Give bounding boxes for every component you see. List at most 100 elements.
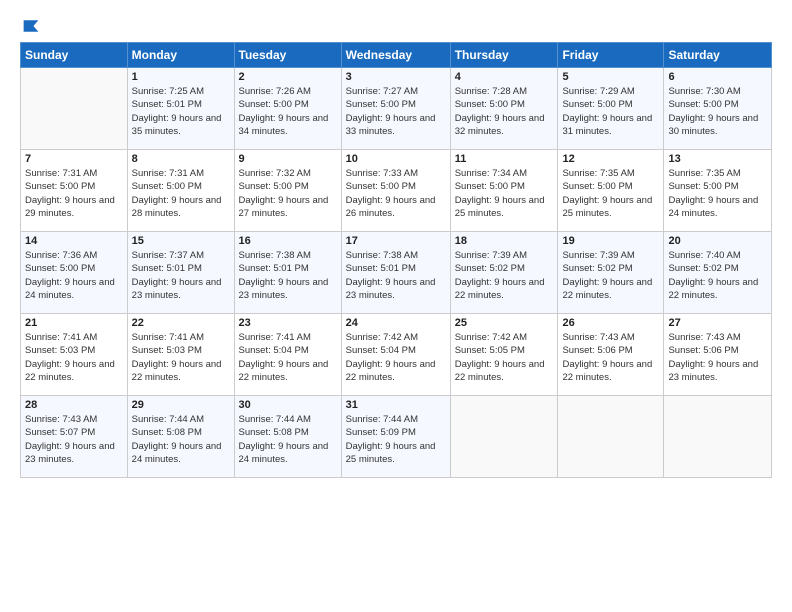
sunrise-text: Sunrise: 7:34 AM: [455, 168, 527, 179]
calendar-cell: 29 Sunrise: 7:44 AM Sunset: 5:08 PM Dayl…: [127, 396, 234, 478]
daylight-text: Daylight: 9 hours and 22 minutes.: [455, 277, 545, 301]
day-info: Sunrise: 7:35 AM Sunset: 5:00 PM Dayligh…: [562, 167, 659, 220]
calendar-body: 1 Sunrise: 7:25 AM Sunset: 5:01 PM Dayli…: [21, 68, 772, 478]
day-number: 4: [455, 71, 554, 83]
calendar-cell: [664, 396, 772, 478]
sunset-text: Sunset: 5:08 PM: [239, 427, 309, 438]
sunrise-text: Sunrise: 7:43 AM: [668, 332, 740, 343]
sunset-text: Sunset: 5:00 PM: [668, 99, 738, 110]
sunset-text: Sunset: 5:06 PM: [668, 345, 738, 356]
sunset-text: Sunset: 5:02 PM: [455, 263, 525, 274]
sunset-text: Sunset: 5:00 PM: [668, 181, 738, 192]
day-info: Sunrise: 7:34 AM Sunset: 5:00 PM Dayligh…: [455, 167, 554, 220]
day-info: Sunrise: 7:42 AM Sunset: 5:04 PM Dayligh…: [346, 331, 446, 384]
calendar-cell: 11 Sunrise: 7:34 AM Sunset: 5:00 PM Dayl…: [450, 150, 558, 232]
calendar-cell: 10 Sunrise: 7:33 AM Sunset: 5:00 PM Dayl…: [341, 150, 450, 232]
daylight-text: Daylight: 9 hours and 24 minutes.: [239, 441, 329, 465]
calendar-cell: 1 Sunrise: 7:25 AM Sunset: 5:01 PM Dayli…: [127, 68, 234, 150]
calendar-cell: 12 Sunrise: 7:35 AM Sunset: 5:00 PM Dayl…: [558, 150, 664, 232]
sunrise-text: Sunrise: 7:31 AM: [25, 168, 97, 179]
calendar-table: SundayMondayTuesdayWednesdayThursdayFrid…: [20, 42, 772, 478]
day-info: Sunrise: 7:33 AM Sunset: 5:00 PM Dayligh…: [346, 167, 446, 220]
daylight-text: Daylight: 9 hours and 26 minutes.: [346, 195, 436, 219]
sunset-text: Sunset: 5:09 PM: [346, 427, 416, 438]
calendar-cell: 26 Sunrise: 7:43 AM Sunset: 5:06 PM Dayl…: [558, 314, 664, 396]
day-number: 16: [239, 235, 337, 247]
sunset-text: Sunset: 5:00 PM: [346, 181, 416, 192]
sunrise-text: Sunrise: 7:42 AM: [346, 332, 418, 343]
day-number: 29: [132, 399, 230, 411]
header-row: SundayMondayTuesdayWednesdayThursdayFrid…: [21, 43, 772, 68]
calendar-cell: 20 Sunrise: 7:40 AM Sunset: 5:02 PM Dayl…: [664, 232, 772, 314]
day-number: 8: [132, 153, 230, 165]
header-day-monday: Monday: [127, 43, 234, 68]
sunrise-text: Sunrise: 7:26 AM: [239, 86, 311, 97]
calendar-cell: 5 Sunrise: 7:29 AM Sunset: 5:00 PM Dayli…: [558, 68, 664, 150]
day-number: 5: [562, 71, 659, 83]
sunset-text: Sunset: 5:00 PM: [239, 181, 309, 192]
calendar-cell: 17 Sunrise: 7:38 AM Sunset: 5:01 PM Dayl…: [341, 232, 450, 314]
day-number: 9: [239, 153, 337, 165]
day-number: 25: [455, 317, 554, 329]
calendar-cell: 8 Sunrise: 7:31 AM Sunset: 5:00 PM Dayli…: [127, 150, 234, 232]
week-row-3: 14 Sunrise: 7:36 AM Sunset: 5:00 PM Dayl…: [21, 232, 772, 314]
calendar-cell: 30 Sunrise: 7:44 AM Sunset: 5:08 PM Dayl…: [234, 396, 341, 478]
sunrise-text: Sunrise: 7:35 AM: [562, 168, 634, 179]
week-row-5: 28 Sunrise: 7:43 AM Sunset: 5:07 PM Dayl…: [21, 396, 772, 478]
sunset-text: Sunset: 5:00 PM: [239, 99, 309, 110]
sunrise-text: Sunrise: 7:30 AM: [668, 86, 740, 97]
day-info: Sunrise: 7:37 AM Sunset: 5:01 PM Dayligh…: [132, 249, 230, 302]
calendar-cell: 9 Sunrise: 7:32 AM Sunset: 5:00 PM Dayli…: [234, 150, 341, 232]
sunset-text: Sunset: 5:06 PM: [562, 345, 632, 356]
header-day-friday: Friday: [558, 43, 664, 68]
day-number: 24: [346, 317, 446, 329]
sunrise-text: Sunrise: 7:38 AM: [239, 250, 311, 261]
daylight-text: Daylight: 9 hours and 30 minutes.: [668, 113, 758, 137]
day-info: Sunrise: 7:43 AM Sunset: 5:06 PM Dayligh…: [562, 331, 659, 384]
sunset-text: Sunset: 5:00 PM: [562, 181, 632, 192]
day-info: Sunrise: 7:41 AM Sunset: 5:03 PM Dayligh…: [132, 331, 230, 384]
daylight-text: Daylight: 9 hours and 23 minutes.: [668, 359, 758, 383]
daylight-text: Daylight: 9 hours and 22 minutes.: [562, 359, 652, 383]
calendar-cell: 22 Sunrise: 7:41 AM Sunset: 5:03 PM Dayl…: [127, 314, 234, 396]
sunrise-text: Sunrise: 7:32 AM: [239, 168, 311, 179]
daylight-text: Daylight: 9 hours and 33 minutes.: [346, 113, 436, 137]
sunset-text: Sunset: 5:00 PM: [25, 181, 95, 192]
day-info: Sunrise: 7:39 AM Sunset: 5:02 PM Dayligh…: [455, 249, 554, 302]
calendar-header: SundayMondayTuesdayWednesdayThursdayFrid…: [21, 43, 772, 68]
header-day-wednesday: Wednesday: [341, 43, 450, 68]
day-info: Sunrise: 7:29 AM Sunset: 5:00 PM Dayligh…: [562, 85, 659, 138]
sunrise-text: Sunrise: 7:44 AM: [132, 414, 204, 425]
calendar-cell: 24 Sunrise: 7:42 AM Sunset: 5:04 PM Dayl…: [341, 314, 450, 396]
logo: [20, 18, 40, 34]
header-day-saturday: Saturday: [664, 43, 772, 68]
day-info: Sunrise: 7:31 AM Sunset: 5:00 PM Dayligh…: [25, 167, 123, 220]
sunset-text: Sunset: 5:04 PM: [346, 345, 416, 356]
day-info: Sunrise: 7:30 AM Sunset: 5:00 PM Dayligh…: [668, 85, 767, 138]
day-number: 3: [346, 71, 446, 83]
sunrise-text: Sunrise: 7:29 AM: [562, 86, 634, 97]
day-number: 30: [239, 399, 337, 411]
sunrise-text: Sunrise: 7:42 AM: [455, 332, 527, 343]
day-number: 21: [25, 317, 123, 329]
day-info: Sunrise: 7:39 AM Sunset: 5:02 PM Dayligh…: [562, 249, 659, 302]
daylight-text: Daylight: 9 hours and 22 minutes.: [668, 277, 758, 301]
sunrise-text: Sunrise: 7:27 AM: [346, 86, 418, 97]
sunset-text: Sunset: 5:07 PM: [25, 427, 95, 438]
sunset-text: Sunset: 5:08 PM: [132, 427, 202, 438]
daylight-text: Daylight: 9 hours and 27 minutes.: [239, 195, 329, 219]
day-info: Sunrise: 7:36 AM Sunset: 5:00 PM Dayligh…: [25, 249, 123, 302]
daylight-text: Daylight: 9 hours and 34 minutes.: [239, 113, 329, 137]
daylight-text: Daylight: 9 hours and 31 minutes.: [562, 113, 652, 137]
sunrise-text: Sunrise: 7:36 AM: [25, 250, 97, 261]
sunset-text: Sunset: 5:05 PM: [455, 345, 525, 356]
sunset-text: Sunset: 5:00 PM: [132, 181, 202, 192]
sunset-text: Sunset: 5:02 PM: [668, 263, 738, 274]
sunrise-text: Sunrise: 7:44 AM: [346, 414, 418, 425]
sunset-text: Sunset: 5:01 PM: [239, 263, 309, 274]
day-info: Sunrise: 7:26 AM Sunset: 5:00 PM Dayligh…: [239, 85, 337, 138]
daylight-text: Daylight: 9 hours and 32 minutes.: [455, 113, 545, 137]
daylight-text: Daylight: 9 hours and 22 minutes.: [562, 277, 652, 301]
daylight-text: Daylight: 9 hours and 25 minutes.: [562, 195, 652, 219]
day-info: Sunrise: 7:40 AM Sunset: 5:02 PM Dayligh…: [668, 249, 767, 302]
